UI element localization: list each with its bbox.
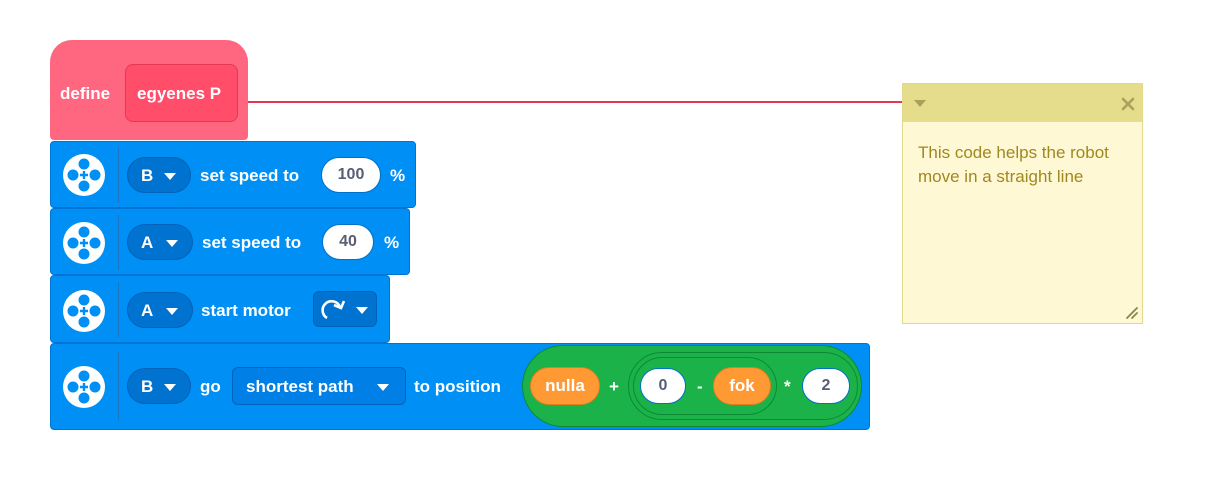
port-label: B [141, 377, 154, 396]
caret-down-icon[interactable] [914, 100, 926, 107]
chevron-down-icon [377, 384, 389, 391]
variable-reporter[interactable]: nulla [530, 367, 600, 405]
motor-icon-glyph [67, 294, 101, 328]
port-label: A [141, 233, 154, 252]
speed-input[interactable]: 100 [321, 157, 381, 193]
port-label: B [141, 166, 154, 185]
block-label: start motor [201, 301, 291, 320]
variable-reporter[interactable]: fok [713, 367, 771, 405]
port-dropdown[interactable]: A [127, 224, 193, 260]
resize-icon[interactable] [1125, 306, 1139, 320]
chevron-down-icon [164, 384, 176, 391]
block-divider [118, 148, 119, 203]
block-divider [118, 352, 119, 420]
comment-text[interactable]: This code helps the robot move in a stra… [918, 141, 1123, 189]
block-label: go [200, 377, 221, 396]
chevron-down-icon [166, 308, 178, 315]
unit-label: % [390, 166, 406, 185]
block-label-2: to position [414, 377, 501, 396]
chevron-down-icon [356, 307, 368, 314]
block-label: set speed to [202, 233, 302, 252]
chevron-down-icon [164, 173, 176, 180]
times-symbol: * [784, 377, 791, 396]
chevron-down-icon [166, 240, 178, 247]
plus-symbol: + [609, 377, 619, 396]
block-divider [118, 215, 119, 270]
define-keyword: define [60, 84, 111, 103]
port-label: A [141, 301, 154, 320]
path-option-label: shortest path [246, 377, 354, 396]
direction-dropdown[interactable] [313, 291, 377, 327]
port-dropdown[interactable]: B [127, 368, 191, 404]
comment-title-bar[interactable] [903, 84, 1142, 122]
number-input[interactable]: 2 [802, 368, 850, 404]
comment-note[interactable]: This code helps the robot move in a stra… [902, 83, 1143, 324]
path-dropdown[interactable]: shortest path [232, 367, 406, 405]
motor-icon-glyph [67, 370, 101, 404]
speed-input[interactable]: 40 [322, 224, 374, 260]
minus-symbol: - [697, 377, 703, 396]
clockwise-arrow-icon [321, 300, 346, 320]
block-label: set speed to [200, 166, 300, 185]
close-icon[interactable] [1121, 97, 1135, 111]
motor-icon-glyph [67, 226, 101, 260]
block-divider [118, 282, 119, 337]
port-dropdown[interactable]: B [127, 157, 191, 193]
port-dropdown[interactable]: A [127, 292, 193, 328]
unit-label: % [384, 233, 400, 252]
number-input[interactable]: 0 [640, 368, 686, 404]
define-param-label: egyenes P [137, 84, 222, 103]
motor-icon-glyph [67, 158, 101, 192]
